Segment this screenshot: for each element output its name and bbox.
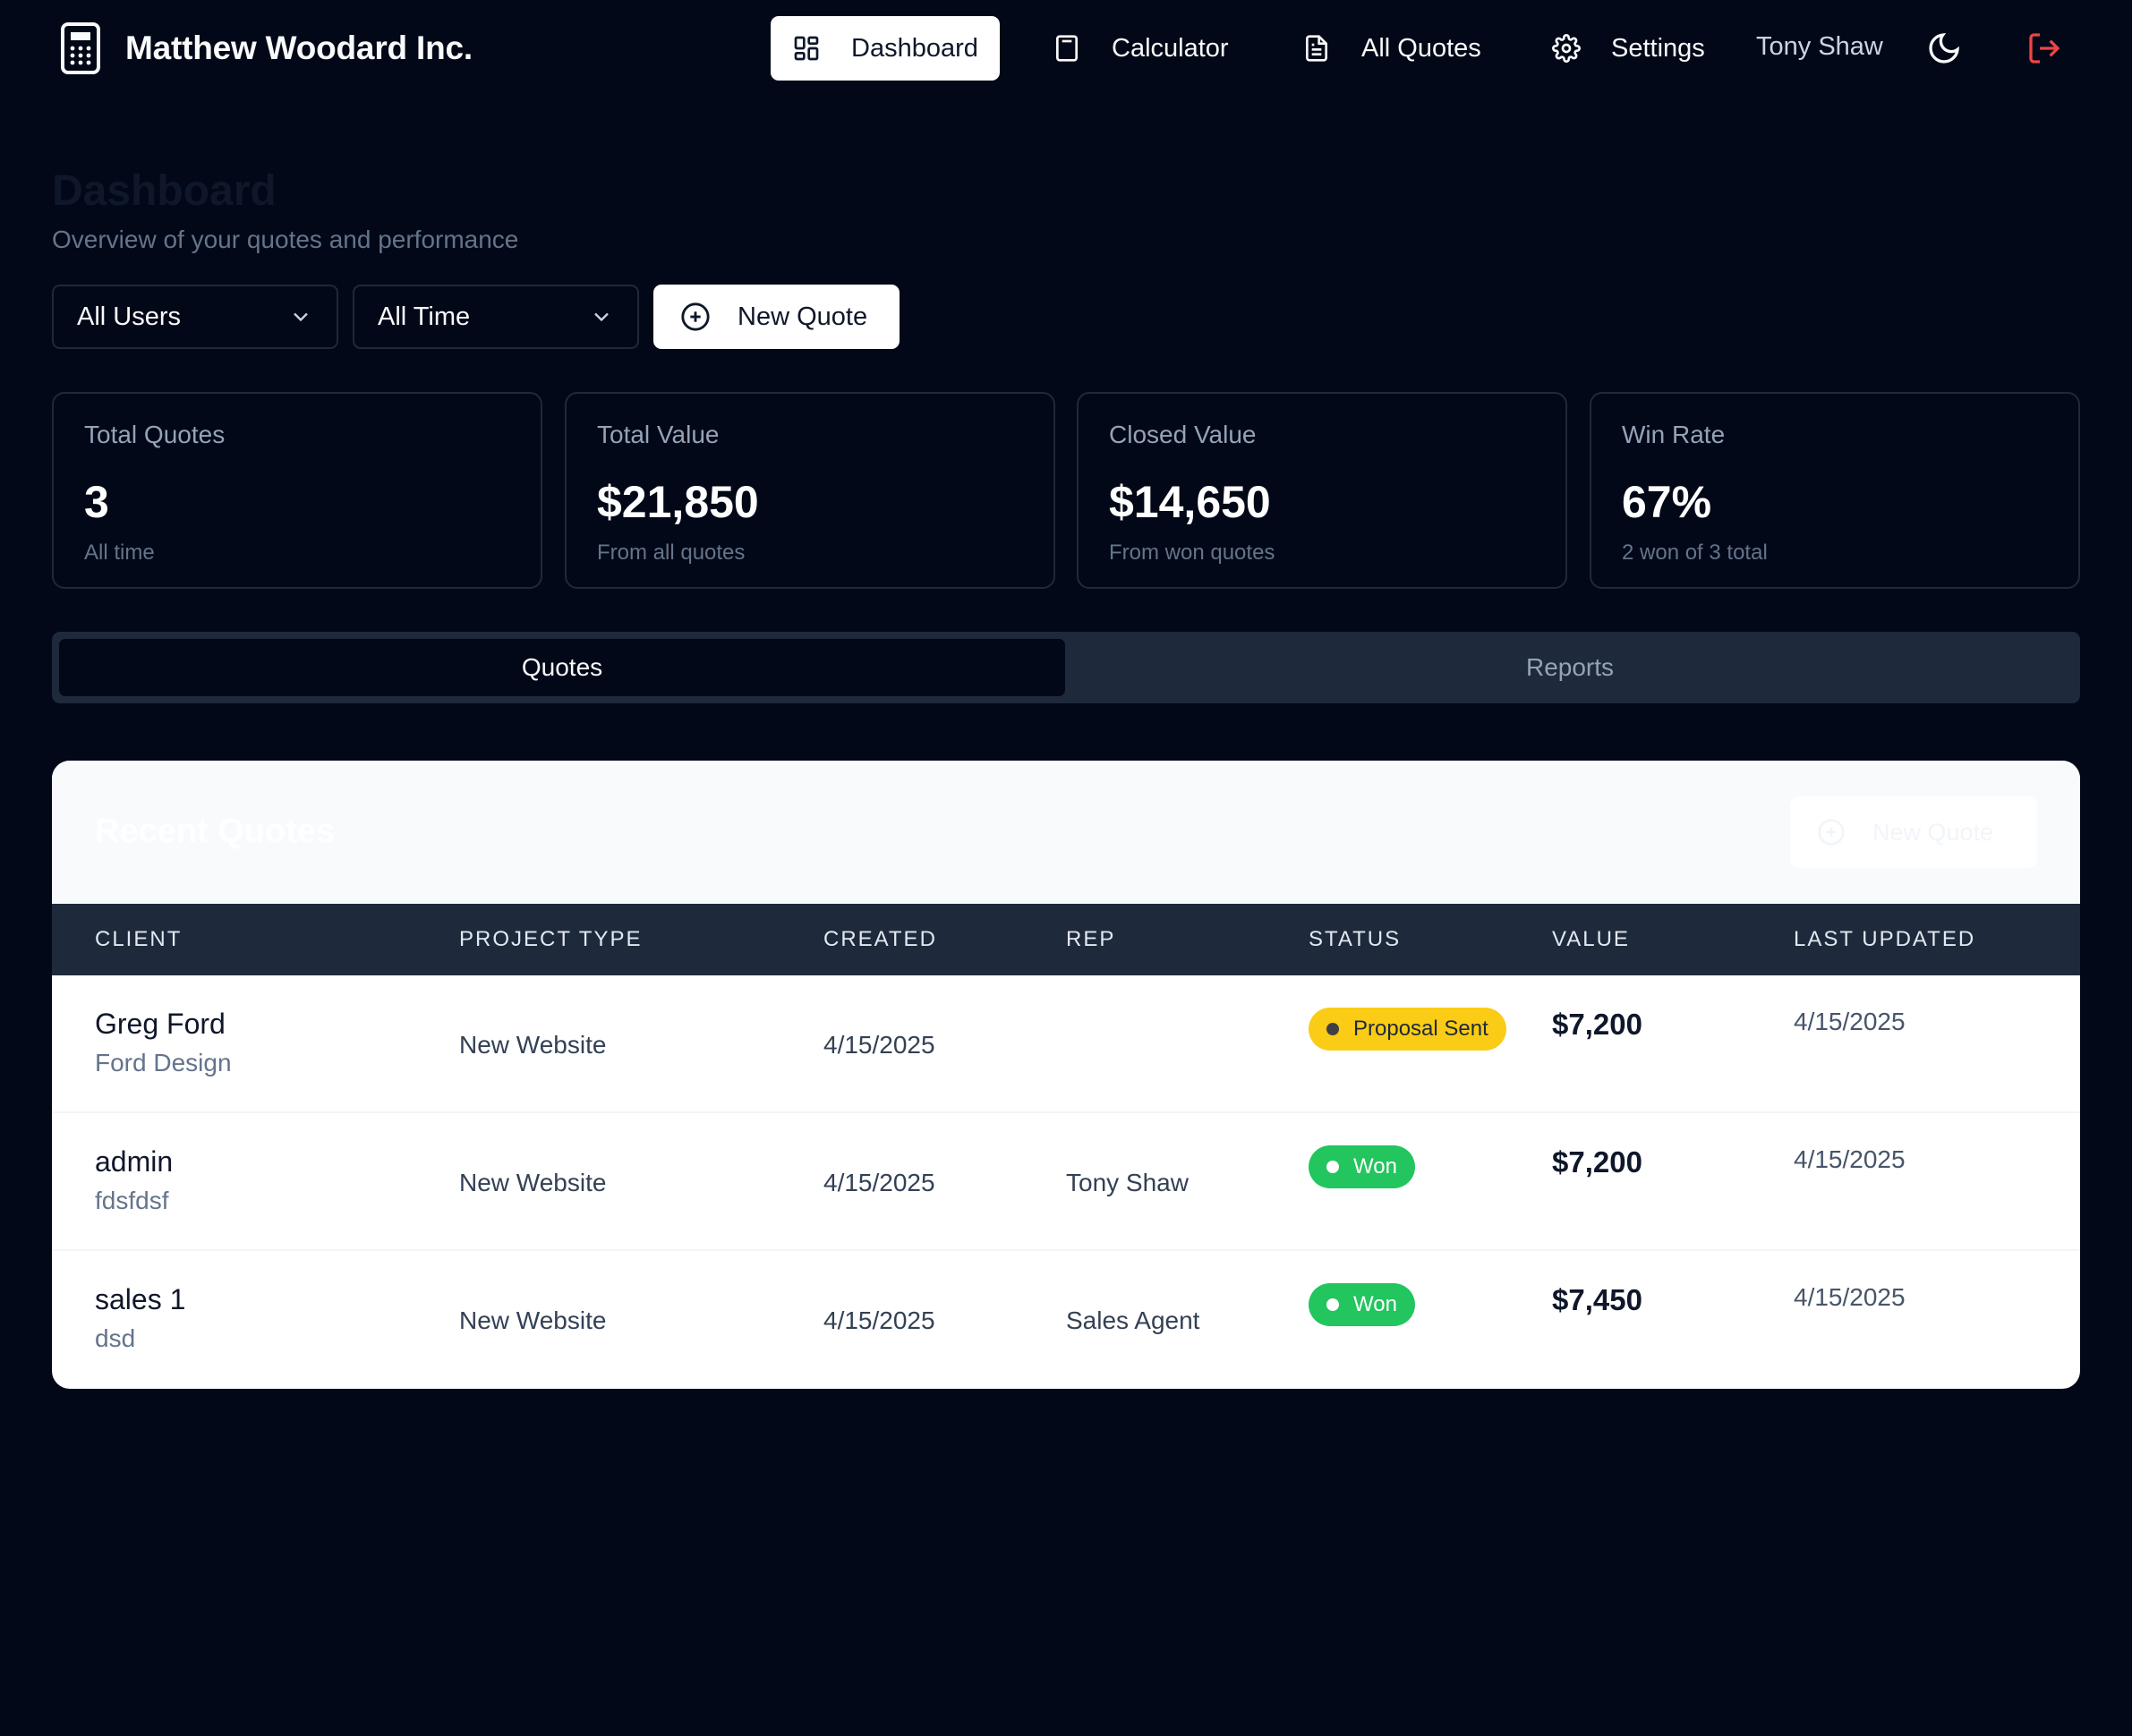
quote-value: $7,200 xyxy=(1552,1145,1642,1179)
column-header-last-updated[interactable]: LAST UPDATED xyxy=(1794,904,1975,975)
stat-subtext: From won quotes xyxy=(1109,540,1275,565)
stat-card-total-value: Total Value $21,850 From all quotes xyxy=(565,392,1055,589)
top-navbar: Matthew Woodard Inc. Dashboard Calculato… xyxy=(0,0,2132,97)
user-filter-select[interactable]: All Users xyxy=(52,285,338,349)
view-tabs: Quotes Reports xyxy=(52,632,2080,703)
client-company: fdsfdsf xyxy=(95,1187,169,1214)
status-dot-icon xyxy=(1326,1023,1339,1035)
nav-all-quotes[interactable]: All Quotes xyxy=(1281,16,1503,81)
gear-icon xyxy=(1552,34,1581,63)
time-filter-value: All Time xyxy=(378,302,471,331)
column-header-rep[interactable]: REP xyxy=(1066,904,1115,975)
created-date: 4/15/2025 xyxy=(823,1169,935,1196)
panel-new-quote-button[interactable]: New Quote xyxy=(1790,796,2037,868)
stat-card-total-quotes: Total Quotes 3 All time xyxy=(52,392,542,589)
status-badge: Won xyxy=(1309,1145,1415,1188)
chevron-down-icon xyxy=(294,312,308,322)
current-user-name[interactable]: Tony Shaw xyxy=(1756,32,1883,62)
last-updated: 4/15/2025 xyxy=(1794,1145,1906,1173)
page-title: Dashboard xyxy=(52,167,277,215)
last-updated: 4/15/2025 xyxy=(1794,1283,1906,1311)
dashboard-grid-icon xyxy=(794,36,819,61)
stat-value: 67% xyxy=(1622,477,1712,527)
stat-card-win-rate: Win Rate 67% 2 won of 3 total xyxy=(1590,392,2080,589)
table-row[interactable]: sales 1 dsd New Website 4/15/2025 Sales … xyxy=(52,1251,2080,1389)
tab-reports[interactable]: Reports xyxy=(1067,639,2073,696)
last-updated: 4/15/2025 xyxy=(1794,1008,1906,1035)
client-company: dsd xyxy=(95,1324,136,1352)
column-header-project-type[interactable]: PROJECT TYPE xyxy=(459,904,643,975)
brand[interactable]: Matthew Woodard Inc. xyxy=(59,21,473,75)
stat-value: 3 xyxy=(84,477,109,527)
stat-label: Win Rate xyxy=(1622,421,1726,448)
file-text-icon xyxy=(1306,35,1327,62)
panel-new-quote-label: New Quote xyxy=(1872,818,1994,846)
status-label: Won xyxy=(1353,1292,1397,1316)
stat-value: $14,650 xyxy=(1109,477,1271,527)
project-type: New Website xyxy=(459,1169,607,1196)
status-label: Proposal Sent xyxy=(1353,1017,1488,1041)
time-filter-select[interactable]: All Time xyxy=(353,285,639,349)
status-dot-icon xyxy=(1326,1161,1339,1173)
new-quote-label: New Quote xyxy=(738,302,868,331)
project-type: New Website xyxy=(459,1306,607,1334)
nav-all-quotes-label: All Quotes xyxy=(1361,33,1481,63)
panel-title: Recent Quotes xyxy=(95,813,336,850)
stat-card-closed-value: Closed Value $14,650 From won quotes xyxy=(1077,392,1567,589)
stat-label: Closed Value xyxy=(1109,421,1257,448)
column-header-created[interactable]: CREATED xyxy=(823,904,937,975)
stat-subtext: 2 won of 3 total xyxy=(1622,540,1768,565)
recent-quotes-panel: Recent Quotes New Quote CLIENT PROJECT T… xyxy=(52,761,2080,1389)
quote-value: $7,450 xyxy=(1552,1283,1642,1316)
chevron-down-icon xyxy=(594,312,609,322)
panel-header: Recent Quotes New Quote xyxy=(52,761,2080,904)
nav-dashboard-label: Dashboard xyxy=(851,33,978,63)
column-header-value[interactable]: VALUE xyxy=(1552,904,1630,975)
rep-name: Tony Shaw xyxy=(1066,1169,1189,1196)
nav-calculator[interactable]: Calculator xyxy=(1031,16,1250,81)
stat-subtext: From all quotes xyxy=(597,540,746,565)
table-header: CLIENT PROJECT TYPE CREATED REP STATUS V… xyxy=(52,904,2080,975)
nav-settings[interactable]: Settings xyxy=(1531,16,1727,81)
status-badge: Proposal Sent xyxy=(1309,1008,1506,1051)
calculator-icon xyxy=(61,22,100,74)
project-type: New Website xyxy=(459,1031,607,1059)
brand-name: Matthew Woodard Inc. xyxy=(125,30,473,66)
stat-label: Total Quotes xyxy=(84,421,226,448)
page-subtitle: Overview of your quotes and performance xyxy=(52,226,519,253)
nav-calculator-label: Calculator xyxy=(1112,33,1229,63)
stat-subtext: All time xyxy=(84,540,155,565)
stat-value: $21,850 xyxy=(597,477,759,527)
client-name: admin xyxy=(95,1145,174,1178)
client-company: Ford Design xyxy=(95,1049,232,1076)
tab-quotes[interactable]: Quotes xyxy=(59,639,1065,696)
moon-icon[interactable] xyxy=(1926,30,1962,66)
column-header-status[interactable]: STATUS xyxy=(1309,904,1401,975)
created-date: 4/15/2025 xyxy=(823,1031,935,1059)
user-filter-value: All Users xyxy=(77,302,182,331)
calculator-icon xyxy=(1056,35,1078,62)
client-name: sales 1 xyxy=(95,1283,186,1315)
status-dot-icon xyxy=(1326,1298,1339,1311)
nav-dashboard[interactable]: Dashboard xyxy=(771,16,1000,81)
column-header-client[interactable]: CLIENT xyxy=(95,904,182,975)
rep-name: Sales Agent xyxy=(1066,1306,1200,1334)
table-row[interactable]: Greg Ford Ford Design New Website 4/15/2… xyxy=(52,975,2080,1113)
stat-label: Total Value xyxy=(597,421,720,448)
plus-circle-icon xyxy=(681,302,710,331)
status-badge: Won xyxy=(1309,1283,1415,1326)
status-label: Won xyxy=(1353,1154,1397,1179)
nav-settings-label: Settings xyxy=(1611,33,1705,63)
new-quote-button[interactable]: New Quote xyxy=(653,285,900,349)
client-name: Greg Ford xyxy=(95,1008,226,1040)
plus-circle-icon xyxy=(1818,819,1845,846)
logout-icon[interactable] xyxy=(2026,30,2062,66)
table-row[interactable]: admin fdsfdsf New Website 4/15/2025 Tony… xyxy=(52,1113,2080,1251)
quote-value: $7,200 xyxy=(1552,1008,1642,1041)
created-date: 4/15/2025 xyxy=(823,1306,935,1334)
